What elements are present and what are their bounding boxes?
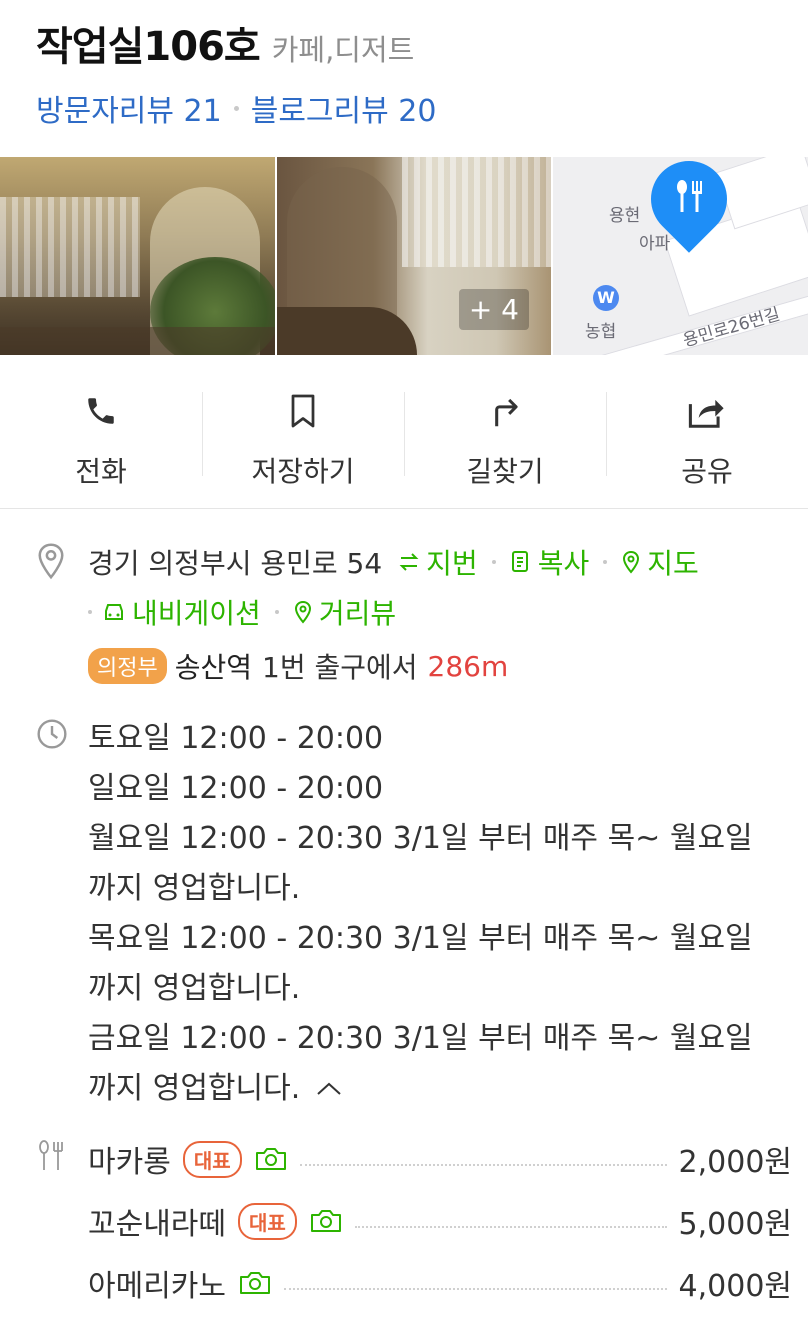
price-leader [354,1226,667,1228]
call-label: 전화 [75,455,127,488]
jibun-button[interactable]: 지번 [398,542,478,582]
map-label: 지도 [647,547,699,580]
photo-floor [0,327,275,355]
address-text: 경기 의정부시 용민로 54 [88,547,383,580]
address-line-1: 경기 의정부시 용민로 54 지번 복사 지도 [88,542,699,582]
representative-badge: 대표 [182,1140,242,1178]
action-bar: 전화 저장하기 길찾기 공유 [0,372,808,490]
price-leader [299,1164,667,1166]
call-button[interactable]: 전화 [0,372,202,490]
blog-reviews-link[interactable]: 블로그리뷰 20 [251,86,437,130]
copy-label: 복사 [537,547,590,580]
subway-distance: 286m [427,649,509,683]
photo-interior-1[interactable] [0,157,275,355]
camera-icon[interactable] [238,1270,272,1296]
menu-item[interactable]: 아메리카노 4,000원 [88,1258,792,1308]
navigation-label: 내비게이션 [132,597,261,630]
camera-icon[interactable] [254,1146,288,1172]
business-hours: 토요일 12:00 - 20:00 일요일 12:00 - 20:00 월요일 … [88,714,788,1114]
car-icon [105,604,123,620]
chevron-up-icon [317,1082,341,1095]
photo-window [0,197,140,297]
hours-line: 목요일 12:00 - 20:30 3/1일 부터 매주 목~ 월요일 [88,921,753,956]
restaurant-icon [670,179,710,215]
subway-info: 의정부 송산역 1번 출구에서 286m [88,646,508,686]
hours-line: 까지 영업합니다. [88,1071,301,1106]
subway-exit: 1번 출구에서 [262,651,418,684]
separator-dot [233,105,239,111]
map-button[interactable]: 지도 [621,542,699,582]
separator-dot [88,610,92,614]
map-pin-small-icon [623,550,640,574]
map-label-apartment-name: 용현 [609,206,641,226]
directions-button[interactable]: 길찾기 [404,372,606,490]
clock-icon [36,718,68,754]
address-line-2: 내비게이션 거리뷰 [88,592,396,632]
copy-button[interactable]: 복사 [510,542,590,582]
phone-icon [84,388,118,434]
menu-item[interactable]: 마카롱 대표 2,000원 [88,1134,792,1184]
map-label-apartment-2: 아파 [639,234,671,254]
location-icon [36,542,66,584]
separator-dot [491,560,496,564]
map-label-bank: 농협 [585,322,617,342]
bookmark-icon [288,388,318,434]
street-view-label: 거리뷰 [318,597,397,630]
hours-line: 일요일 12:00 - 20:00 [88,771,384,806]
more-photos-count[interactable]: + 4 [458,289,529,330]
place-header: 작업실106호 카페,디저트 방문자리뷰 21 블로그리뷰 20 [36,14,796,130]
navigation-button[interactable]: 내비게이션 [102,592,261,632]
hours-line: 까지 영업합니다. [88,971,301,1006]
directions-icon [488,388,522,434]
save-label: 저장하기 [251,455,355,488]
photo-strip: + 4 용현 산 아파 W 농협 용민로26번길 [0,157,808,355]
hours-line: 금요일 12:00 - 20:30 3/1일 부터 매주 목~ 월요일 [88,1021,753,1056]
menu-item-name: 꼬순내라떼 [88,1207,226,1242]
menu-item-name: 아메리카노 [88,1269,226,1304]
separator-dot [274,610,279,614]
place-title: 작업실106호 [36,24,261,70]
share-button[interactable]: 공유 [606,372,808,490]
separator-dot [603,560,608,564]
street-view-button[interactable]: 거리뷰 [293,592,396,632]
hours-line: 까지 영업합니다. [88,871,301,906]
menu-item-price: 4,000원 [678,1269,792,1304]
menu-item-price: 2,000원 [678,1145,792,1180]
swap-icon [399,553,419,571]
street-view-icon [294,600,311,624]
menu-item-name: 마카롱 [88,1145,171,1180]
photo-interior-2[interactable]: + 4 [277,157,551,355]
share-label: 공유 [681,455,733,488]
section-divider [0,508,808,509]
hours-line: 월요일 12:00 - 20:30 3/1일 부터 매주 목~ 월요일 [88,821,753,856]
bank-icon: W [593,285,619,311]
save-button[interactable]: 저장하기 [202,372,404,490]
directions-label: 길찾기 [466,455,544,488]
share-icon [687,388,727,434]
subway-station: 송산역 [174,651,253,684]
collapse-hours-button[interactable] [316,1081,342,1097]
map-thumbnail[interactable]: 용현 산 아파 W 농협 용민로26번길 [553,157,808,355]
copy-icon [511,551,528,572]
price-leader [284,1288,667,1290]
utensils-icon [36,1140,66,1176]
subway-line-badge: 의정부 [88,648,167,684]
camera-icon[interactable] [309,1208,343,1234]
representative-badge: 대표 [238,1202,297,1240]
jibun-label: 지번 [426,547,478,580]
photo-window [402,157,551,267]
menu-item-price: 5,000원 [678,1207,792,1242]
hours-last-line: 까지 영업합니다. [88,1064,788,1114]
hours-line: 토요일 12:00 - 20:00 [88,721,384,756]
visitor-reviews-link[interactable]: 방문자리뷰 21 [36,86,222,130]
menu-item[interactable]: 꼬순내라떼 대표 5,000원 [88,1196,792,1246]
place-category: 카페,디저트 [271,33,415,67]
